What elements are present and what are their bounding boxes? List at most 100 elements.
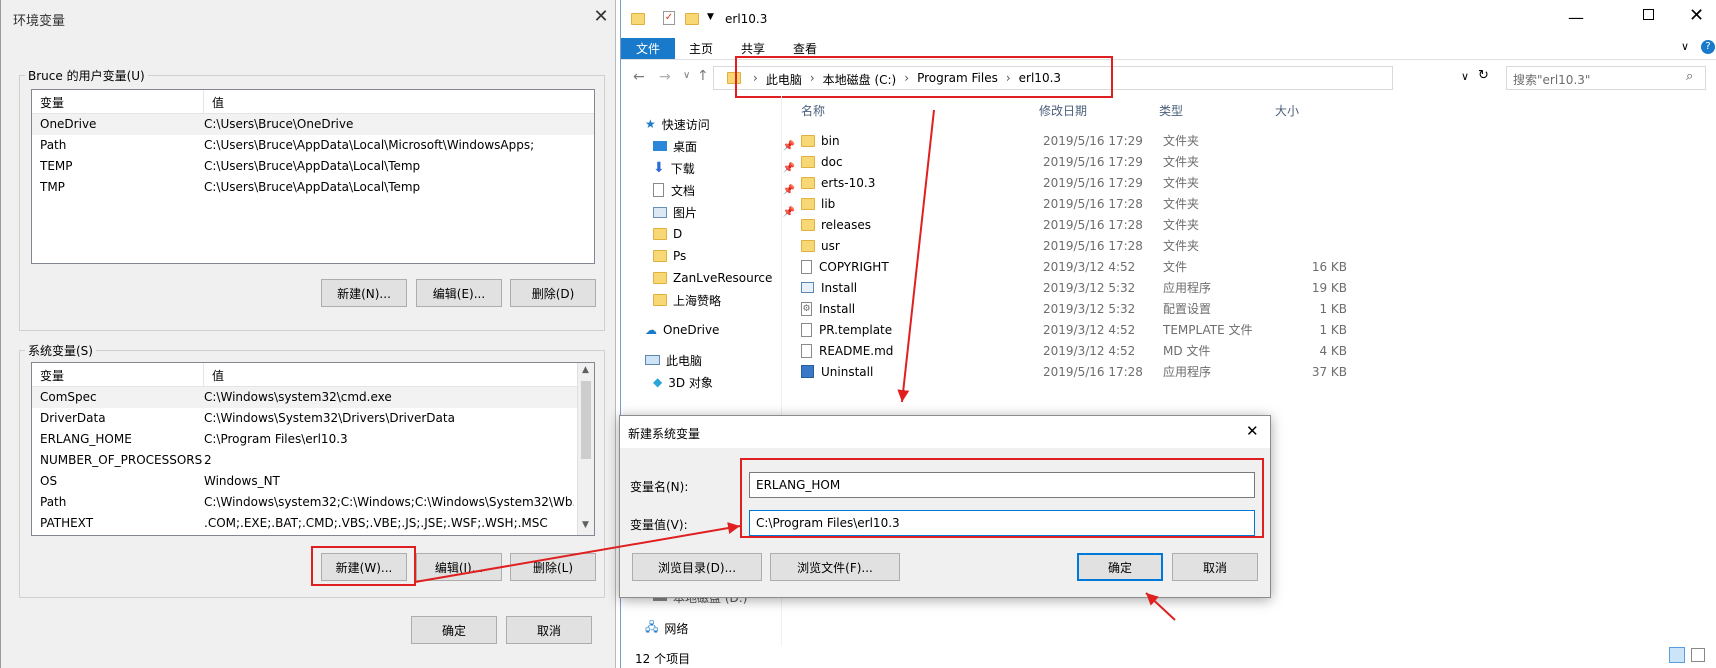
forward-icon[interactable]: → <box>659 69 671 85</box>
close-icon[interactable]: ✕ <box>1689 5 1704 26</box>
list-item[interactable]: ⚙ Install 2019/3/12 5:32 配置设置 1 KB <box>801 298 1347 319</box>
scroll-down-icon[interactable]: ▼ <box>582 520 589 530</box>
search-input[interactable]: 搜索"erl10.3" <box>1506 66 1706 90</box>
sidebar-item-d[interactable]: D <box>645 223 795 245</box>
recent-dropdown-icon[interactable]: ∨ <box>683 70 690 81</box>
scroll-up-icon[interactable]: ▲ <box>582 365 589 375</box>
user-new-button[interactable]: 新建(N)... <box>321 279 407 307</box>
pin-icon[interactable]: 📌 <box>783 207 795 218</box>
new-folder-icon[interactable] <box>685 13 699 25</box>
table-row[interactable]: OS Windows_NT <box>32 471 594 492</box>
system-delete-button[interactable]: 删除(L) <box>510 553 596 581</box>
file-name: Install <box>821 280 858 295</box>
browse-directory-button[interactable]: 浏览目录(D)... <box>632 553 762 581</box>
minimize-icon[interactable]: — <box>1568 8 1584 27</box>
file-date: 2019/5/16 17:28 <box>1043 238 1143 253</box>
quick-access-dropdown-icon[interactable]: ▼ <box>707 12 714 22</box>
pin-icon[interactable]: 📌 <box>783 163 795 174</box>
sidebar-item-downloads[interactable]: ⬇ 下载 📌 <box>645 157 795 179</box>
list-item[interactable]: doc 2019/5/16 17:29 文件夹 <box>801 151 1347 172</box>
scrollbar-thumb[interactable] <box>581 381 591 459</box>
variable-name-input[interactable]: ERLANG_HOM <box>749 472 1255 498</box>
sidebar-item-this-pc[interactable]: 此电脑 <box>645 349 795 371</box>
column-type[interactable]: 类型 <box>1159 102 1269 119</box>
column-size[interactable]: 大小 <box>1269 102 1343 119</box>
refresh-icon[interactable]: ↻ <box>1478 68 1489 83</box>
table-row[interactable]: OneDrive C:\Users\Bruce\OneDrive <box>32 114 594 135</box>
properties-icon[interactable]: ✓ <box>663 11 675 25</box>
up-icon[interactable]: ↑ <box>697 68 709 84</box>
user-variables-list[interactable]: 变量 值 OneDrive C:\Users\Bruce\OneDrive Pat… <box>31 89 595 264</box>
table-row[interactable]: PATHEXT .COM;.EXE;.BAT;.CMD;.VBS;.VBE;.JS… <box>32 513 594 534</box>
address-dropdown-icon[interactable]: ∨ <box>1461 70 1469 83</box>
large-icons-view-icon[interactable] <box>1691 648 1705 662</box>
list-item[interactable]: COPYRIGHT 2019/3/12 4:52 文件 16 KB <box>801 256 1347 277</box>
maximize-icon[interactable] <box>1643 9 1654 20</box>
variable-value-input[interactable]: C:\Program Files\erl10.3 <box>749 510 1255 536</box>
pin-icon[interactable]: 📌 <box>783 141 795 152</box>
file-type: 文件夹 <box>1163 134 1200 148</box>
sidebar-item-network[interactable]: 🖧 网络 <box>645 617 688 639</box>
column-header-value[interactable]: 值 <box>204 90 232 113</box>
sidebar-item-3d-objects[interactable]: ◆ 3D 对象 <box>645 371 795 393</box>
breadcrumb-item[interactable]: 本地磁盘 (C:) <box>823 71 897 88</box>
table-row[interactable]: Path C:\Users\Bruce\AppData\Local\Microso… <box>32 135 594 156</box>
list-item[interactable]: usr 2019/5/16 17:28 文件夹 <box>801 235 1347 256</box>
column-header-variable[interactable]: 变量 <box>32 363 204 386</box>
column-header-value[interactable]: 值 <box>204 363 232 386</box>
column-name[interactable]: 名称 <box>797 102 1039 119</box>
tab-file[interactable]: 文件 <box>621 38 675 59</box>
sidebar-item-ps[interactable]: Ps <box>645 245 795 267</box>
ok-button[interactable]: 确定 <box>1077 553 1163 581</box>
help-icon[interactable]: ? <box>1701 40 1715 54</box>
close-icon[interactable]: ✕ <box>589 6 613 27</box>
list-item[interactable]: lib 2019/5/16 17:28 文件夹 <box>801 193 1347 214</box>
browse-file-button[interactable]: 浏览文件(F)... <box>770 553 900 581</box>
list-item[interactable]: erts-10.3 2019/5/16 17:29 文件夹 <box>801 172 1347 193</box>
table-row[interactable]: NUMBER_OF_PROCESSORS 2 <box>32 450 594 471</box>
file-icon <box>801 343 812 358</box>
system-new-button[interactable]: 新建(W)... <box>321 553 407 581</box>
details-view-icon[interactable] <box>1669 647 1685 663</box>
table-row[interactable]: Path C:\Windows\system32;C:\Windows;C:\Wi… <box>32 492 594 513</box>
list-item[interactable]: README.md 2019/3/12 4:52 MD 文件 4 KB <box>801 340 1347 361</box>
list-item[interactable]: releases 2019/5/16 17:28 文件夹 <box>801 214 1347 235</box>
env-cancel-button[interactable]: 取消 <box>506 616 592 644</box>
user-delete-button[interactable]: 删除(D) <box>510 279 596 307</box>
sidebar-item-desktop[interactable]: 桌面 📌 <box>645 135 795 157</box>
sidebar-item-pictures[interactable]: 图片 📌 <box>645 201 795 223</box>
system-variables-list[interactable]: 变量 值 ComSpec C:\Windows\system32\cmd.exe … <box>31 362 595 536</box>
search-icon[interactable]: ⌕ <box>1686 69 1693 84</box>
sidebar-item-zanlveresource[interactable]: ZanLveResource <box>645 267 795 289</box>
list-item[interactable]: Uninstall 2019/5/16 17:28 应用程序 37 KB <box>801 361 1347 382</box>
sidebar-item-quick-access[interactable]: ★ 快速访问 <box>645 113 795 135</box>
breadcrumb-item[interactable]: 此电脑 <box>766 71 802 88</box>
sidebar-item-documents[interactable]: 文档 📌 <box>645 179 795 201</box>
list-item[interactable]: PR.template 2019/3/12 4:52 TEMPLATE 文件 1 KB <box>801 319 1347 340</box>
breadcrumb-item[interactable]: erl10.3 <box>1019 71 1061 88</box>
user-edit-button[interactable]: 编辑(E)... <box>416 279 502 307</box>
list-item[interactable]: bin 2019/5/16 17:29 文件夹 <box>801 130 1347 151</box>
table-row[interactable]: TEMP C:\Users\Bruce\AppData\Local\Temp <box>32 156 594 177</box>
table-row[interactable]: TMP C:\Users\Bruce\AppData\Local\Temp <box>32 177 594 198</box>
back-icon[interactable]: ← <box>633 69 645 85</box>
expand-ribbon-icon[interactable]: ∨ <box>1681 40 1689 53</box>
file-date: 2019/3/12 4:52 <box>1043 322 1136 337</box>
pin-icon[interactable]: 📌 <box>783 185 795 196</box>
system-edit-button[interactable]: 编辑(I)... <box>416 553 502 581</box>
var-value: .COM;.EXE;.BAT;.CMD;.VBS;.VBE;.JS;.JSE;.… <box>204 516 548 530</box>
list-item[interactable]: Install 2019/3/12 5:32 应用程序 19 KB <box>801 277 1347 298</box>
breadcrumb-item[interactable]: Program Files <box>917 71 998 88</box>
tab-home[interactable]: 主页 <box>675 38 727 59</box>
table-row[interactable]: ERLANG_HOME C:\Program Files\erl10.3 <box>32 429 594 450</box>
table-row[interactable]: ComSpec C:\Windows\system32\cmd.exe <box>32 387 594 408</box>
sidebar-item-shanghai-zanlve[interactable]: 上海赞略 <box>645 289 795 311</box>
column-date[interactable]: 修改日期 <box>1039 102 1159 119</box>
sidebar-item-onedrive[interactable]: ☁ OneDrive <box>645 319 795 341</box>
close-icon[interactable]: ✕ <box>1246 422 1259 440</box>
column-header-variable[interactable]: 变量 <box>32 90 204 113</box>
cancel-button[interactable]: 取消 <box>1172 553 1258 581</box>
env-ok-button[interactable]: 确定 <box>411 616 497 644</box>
table-row[interactable]: DriverData C:\Windows\System32\Drivers\Dr… <box>32 408 594 429</box>
vertical-scrollbar[interactable]: ▲ ▼ <box>577 363 594 535</box>
